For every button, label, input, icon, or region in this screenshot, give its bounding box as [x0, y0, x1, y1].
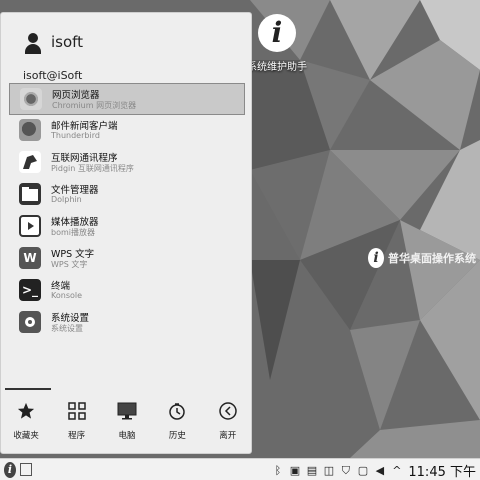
clock[interactable]: 11:45 下午 — [408, 461, 476, 480]
tab-label: 电脑 — [118, 431, 136, 441]
bomi-icon — [19, 215, 41, 237]
desktop-brand: i 普华桌面操作系统 — [368, 248, 476, 268]
notification-icon[interactable]: ▢ — [357, 464, 368, 477]
taskbar: i ᛒ ▣ ▤ ◫ ⛉ ▢ ◀ ^ 11:45 下午 — [0, 458, 480, 480]
monitor-icon — [117, 401, 137, 421]
tab-label: 历史 — [168, 431, 186, 441]
tab-label: 收藏夹 — [13, 431, 39, 441]
app-desc: Konsole — [51, 291, 83, 300]
app-name: 网页浏览器 — [52, 90, 100, 101]
app-name: 文件管理器 — [51, 185, 99, 196]
app-name: 终端 — [51, 281, 71, 292]
app-item-wps[interactable]: W WPS 文字 WPS 文字 — [9, 243, 245, 275]
tab-label: 程序 — [68, 431, 86, 441]
start-menu-button[interactable]: i — [4, 462, 16, 478]
app-desc: Dolphin — [51, 195, 82, 204]
tab-label: 离开 — [219, 431, 237, 441]
app-desc: Thunderbird — [51, 131, 100, 140]
app-item-files[interactable]: 文件管理器 Dolphin — [9, 179, 245, 211]
tab-programs[interactable]: 程序 — [53, 401, 101, 449]
leave-icon — [218, 401, 238, 421]
security-icon[interactable]: ⛉ — [340, 464, 351, 478]
application-launcher-menu: isoft isoft@iSoft 网页浏览器 Chromium 网页浏览器 邮… — [0, 12, 252, 454]
app-desc: WPS 文字 — [51, 260, 88, 269]
app-name: 邮件新闻客户端 — [51, 121, 118, 132]
app-name: WPS 文字 — [51, 249, 95, 260]
brand-text: 普华桌面操作系统 — [388, 252, 476, 265]
app-item-terminal[interactable]: >_ 终端 Konsole — [9, 275, 245, 307]
network-icon[interactable]: ◫ — [323, 464, 334, 477]
dolphin-icon — [19, 183, 41, 205]
app-item-media-player[interactable]: 媒体播放器 bomi播放器 — [9, 211, 245, 243]
app-name: 系统设置 — [51, 313, 90, 324]
user-id: isoft@iSoft — [23, 69, 83, 82]
thunderbird-icon — [19, 119, 41, 141]
app-name: 互联网通讯程序 — [51, 153, 118, 164]
launcher-tabs: 收藏夹 程序 电脑 历史 离开 — [1, 401, 253, 449]
app-list: 网页浏览器 Chromium 网页浏览器 邮件新闻客户端 Thunderbird… — [9, 83, 245, 339]
app-item-mail[interactable]: 邮件新闻客户端 Thunderbird — [9, 115, 245, 147]
app-desc: Pidgin 互联网通讯程序 — [51, 164, 134, 173]
app-name: 媒体播放器 — [51, 217, 99, 228]
desktop-icon-label: 系统维护助手 — [247, 62, 307, 73]
volume-icon[interactable]: ◀ — [374, 464, 385, 477]
chromium-icon — [20, 88, 42, 110]
wps-icon: W — [19, 247, 41, 269]
app-desc: bomi播放器 — [51, 228, 95, 237]
pidgin-icon — [19, 151, 41, 173]
clock-icon — [167, 401, 187, 421]
app-item-browser[interactable]: 网页浏览器 Chromium 网页浏览器 — [9, 83, 245, 115]
tab-computer[interactable]: 电脑 — [103, 401, 151, 449]
grid-icon — [67, 401, 87, 421]
tab-indicator — [5, 388, 51, 390]
tab-leave[interactable]: 离开 — [204, 401, 252, 449]
tab-history[interactable]: 历史 — [153, 401, 201, 449]
info-logo-icon: i — [258, 14, 296, 52]
app-desc: Chromium 网页浏览器 — [52, 101, 137, 110]
system-maintenance-desktop-icon[interactable]: i 系统维护助手 — [247, 14, 307, 73]
updater-icon[interactable]: ▣ — [289, 464, 300, 477]
app-item-settings[interactable]: 系统设置 系统设置 — [9, 307, 245, 339]
clipboard-icon[interactable]: ▤ — [306, 464, 317, 477]
tab-favorites[interactable]: 收藏夹 — [2, 401, 50, 449]
expand-tray-icon[interactable]: ^ — [391, 464, 402, 477]
user-name: isoft — [51, 33, 84, 51]
system-tray: ᛒ ▣ ▤ ◫ ⛉ ▢ ◀ ^ 11:45 下午 — [272, 461, 476, 480]
bluetooth-icon[interactable]: ᛒ — [272, 464, 283, 477]
app-item-messenger[interactable]: 互联网通讯程序 Pidgin 互联网通讯程序 — [9, 147, 245, 179]
konsole-icon: >_ — [19, 279, 41, 301]
brand-logo-icon: i — [368, 248, 384, 268]
star-icon — [16, 401, 36, 421]
settings-icon — [19, 311, 41, 333]
show-desktop-icon[interactable] — [20, 463, 32, 476]
app-desc: 系统设置 — [51, 324, 83, 333]
user-icon — [25, 33, 41, 55]
